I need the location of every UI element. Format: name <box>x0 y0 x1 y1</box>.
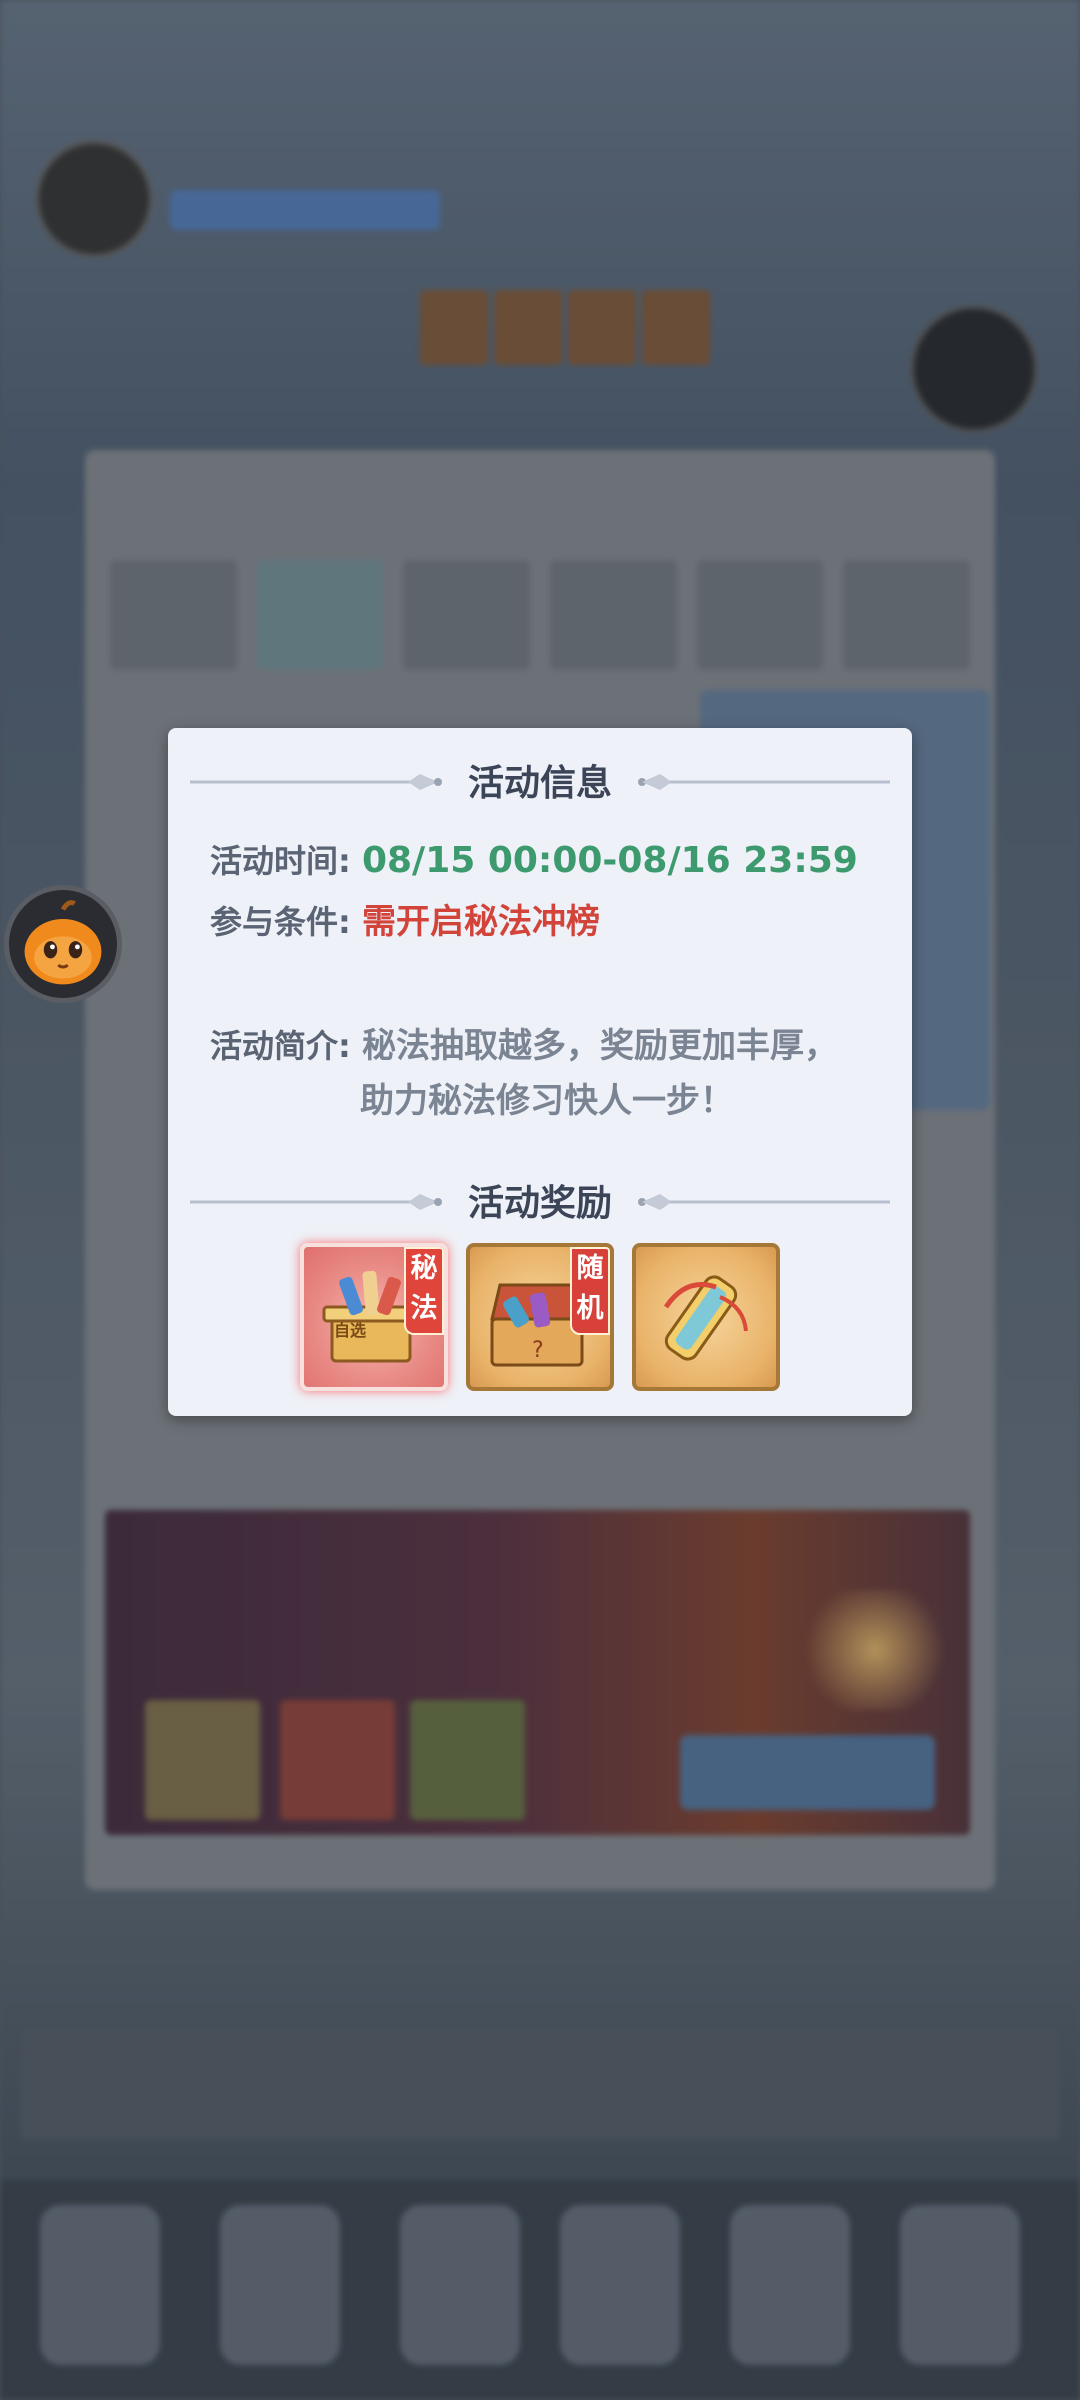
dialog-title: 活动信息 <box>467 763 612 804</box>
activity-time-row: 活动时间: 08/15 00:00-08/16 23:59 <box>210 836 858 882</box>
reward-tag: 随机 <box>570 1247 610 1335</box>
condition-row: 参与条件: 需开启秘法冲榜 <box>210 894 600 943</box>
intro-line-2: 助力秘法修习快人一步！ <box>360 1081 734 1121</box>
header-ornament-right <box>630 750 900 810</box>
reward-item-random-chest[interactable]: ? 随机 <box>466 1243 614 1391</box>
pumpkin-pet-icon <box>24 900 102 985</box>
pet-assistant-button[interactable] <box>4 885 122 1003</box>
reward-item-secret-art-chest[interactable]: 自选 秘法 <box>300 1243 448 1391</box>
reward-caption: 自选 <box>334 1321 367 1340</box>
condition-label: 参与条件: <box>210 903 351 941</box>
reward-tag: 秘法 <box>404 1247 444 1335</box>
intro-row-2: 助力秘法修习快人一步！ <box>360 1073 734 1122</box>
header-ornament-left <box>180 750 450 810</box>
activity-info-header: 活动信息 <box>168 750 912 810</box>
intro-row: 活动简介: 秘法抽取越多，奖励更加丰厚， <box>210 1018 838 1067</box>
rewards-ornament-right <box>630 1170 900 1230</box>
svg-text:?: ? <box>532 1338 544 1363</box>
activity-info-dialog: 活动信息 活动时间: 08/15 00:00-08/16 23:59 参与条件:… <box>168 728 912 1416</box>
intro-label: 活动简介: <box>210 1027 351 1065</box>
rewards-title: 活动奖励 <box>467 1183 612 1224</box>
reward-item-scroll[interactable] <box>632 1243 780 1391</box>
rewards-header: 活动奖励 <box>168 1170 912 1230</box>
scroll-icon <box>663 1275 748 1361</box>
reward-list: 自选 秘法 ? 随机 <box>300 1243 780 1393</box>
intro-line-1: 秘法抽取越多，奖励更加丰厚， <box>361 1026 838 1066</box>
activity-time-label: 活动时间: <box>210 842 351 880</box>
rewards-ornament-left <box>180 1170 450 1230</box>
activity-time-value: 08/15 00:00-08/16 23:59 <box>361 840 858 881</box>
condition-value: 需开启秘法冲榜 <box>361 902 600 942</box>
